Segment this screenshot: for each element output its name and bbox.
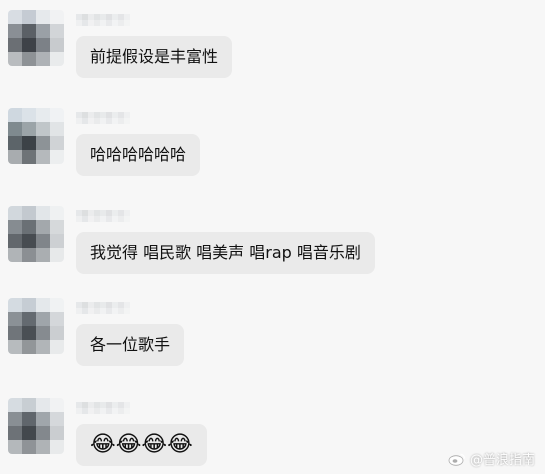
message-bubble[interactable]: 哈哈哈哈哈哈 xyxy=(76,134,201,176)
avatar[interactable] xyxy=(8,398,64,454)
sender-name-blurred xyxy=(76,14,130,26)
message-bubble[interactable]: 前提假设是丰富性 xyxy=(76,36,233,78)
message-text: 我觉得 唱民歌 唱美声 唱rap 唱音乐剧 xyxy=(90,243,361,262)
sender-name-blurred xyxy=(76,210,130,222)
emoji-laughing-icon: 😂😂😂😂 xyxy=(90,432,193,457)
watermark-text: @普浪指南 xyxy=(469,453,535,468)
message-text: 哈哈哈哈哈哈 xyxy=(90,145,187,164)
avatar[interactable] xyxy=(8,298,64,354)
sender-name-blurred xyxy=(76,302,130,314)
weibo-icon xyxy=(448,452,466,466)
avatar[interactable] xyxy=(8,206,64,262)
avatar[interactable] xyxy=(8,108,64,164)
sender-name-blurred xyxy=(76,112,130,124)
sender-name-blurred xyxy=(76,402,130,414)
watermark: @普浪指南 xyxy=(448,449,535,468)
message-bubble[interactable]: 😂😂😂😂 xyxy=(76,424,207,466)
message-text: 前提假设是丰富性 xyxy=(90,47,219,66)
message-bubble[interactable]: 我觉得 唱民歌 唱美声 唱rap 唱音乐剧 xyxy=(76,232,375,274)
message-text: 各一位歌手 xyxy=(90,335,171,354)
avatar[interactable] xyxy=(8,10,64,66)
message-bubble[interactable]: 各一位歌手 xyxy=(76,324,185,366)
